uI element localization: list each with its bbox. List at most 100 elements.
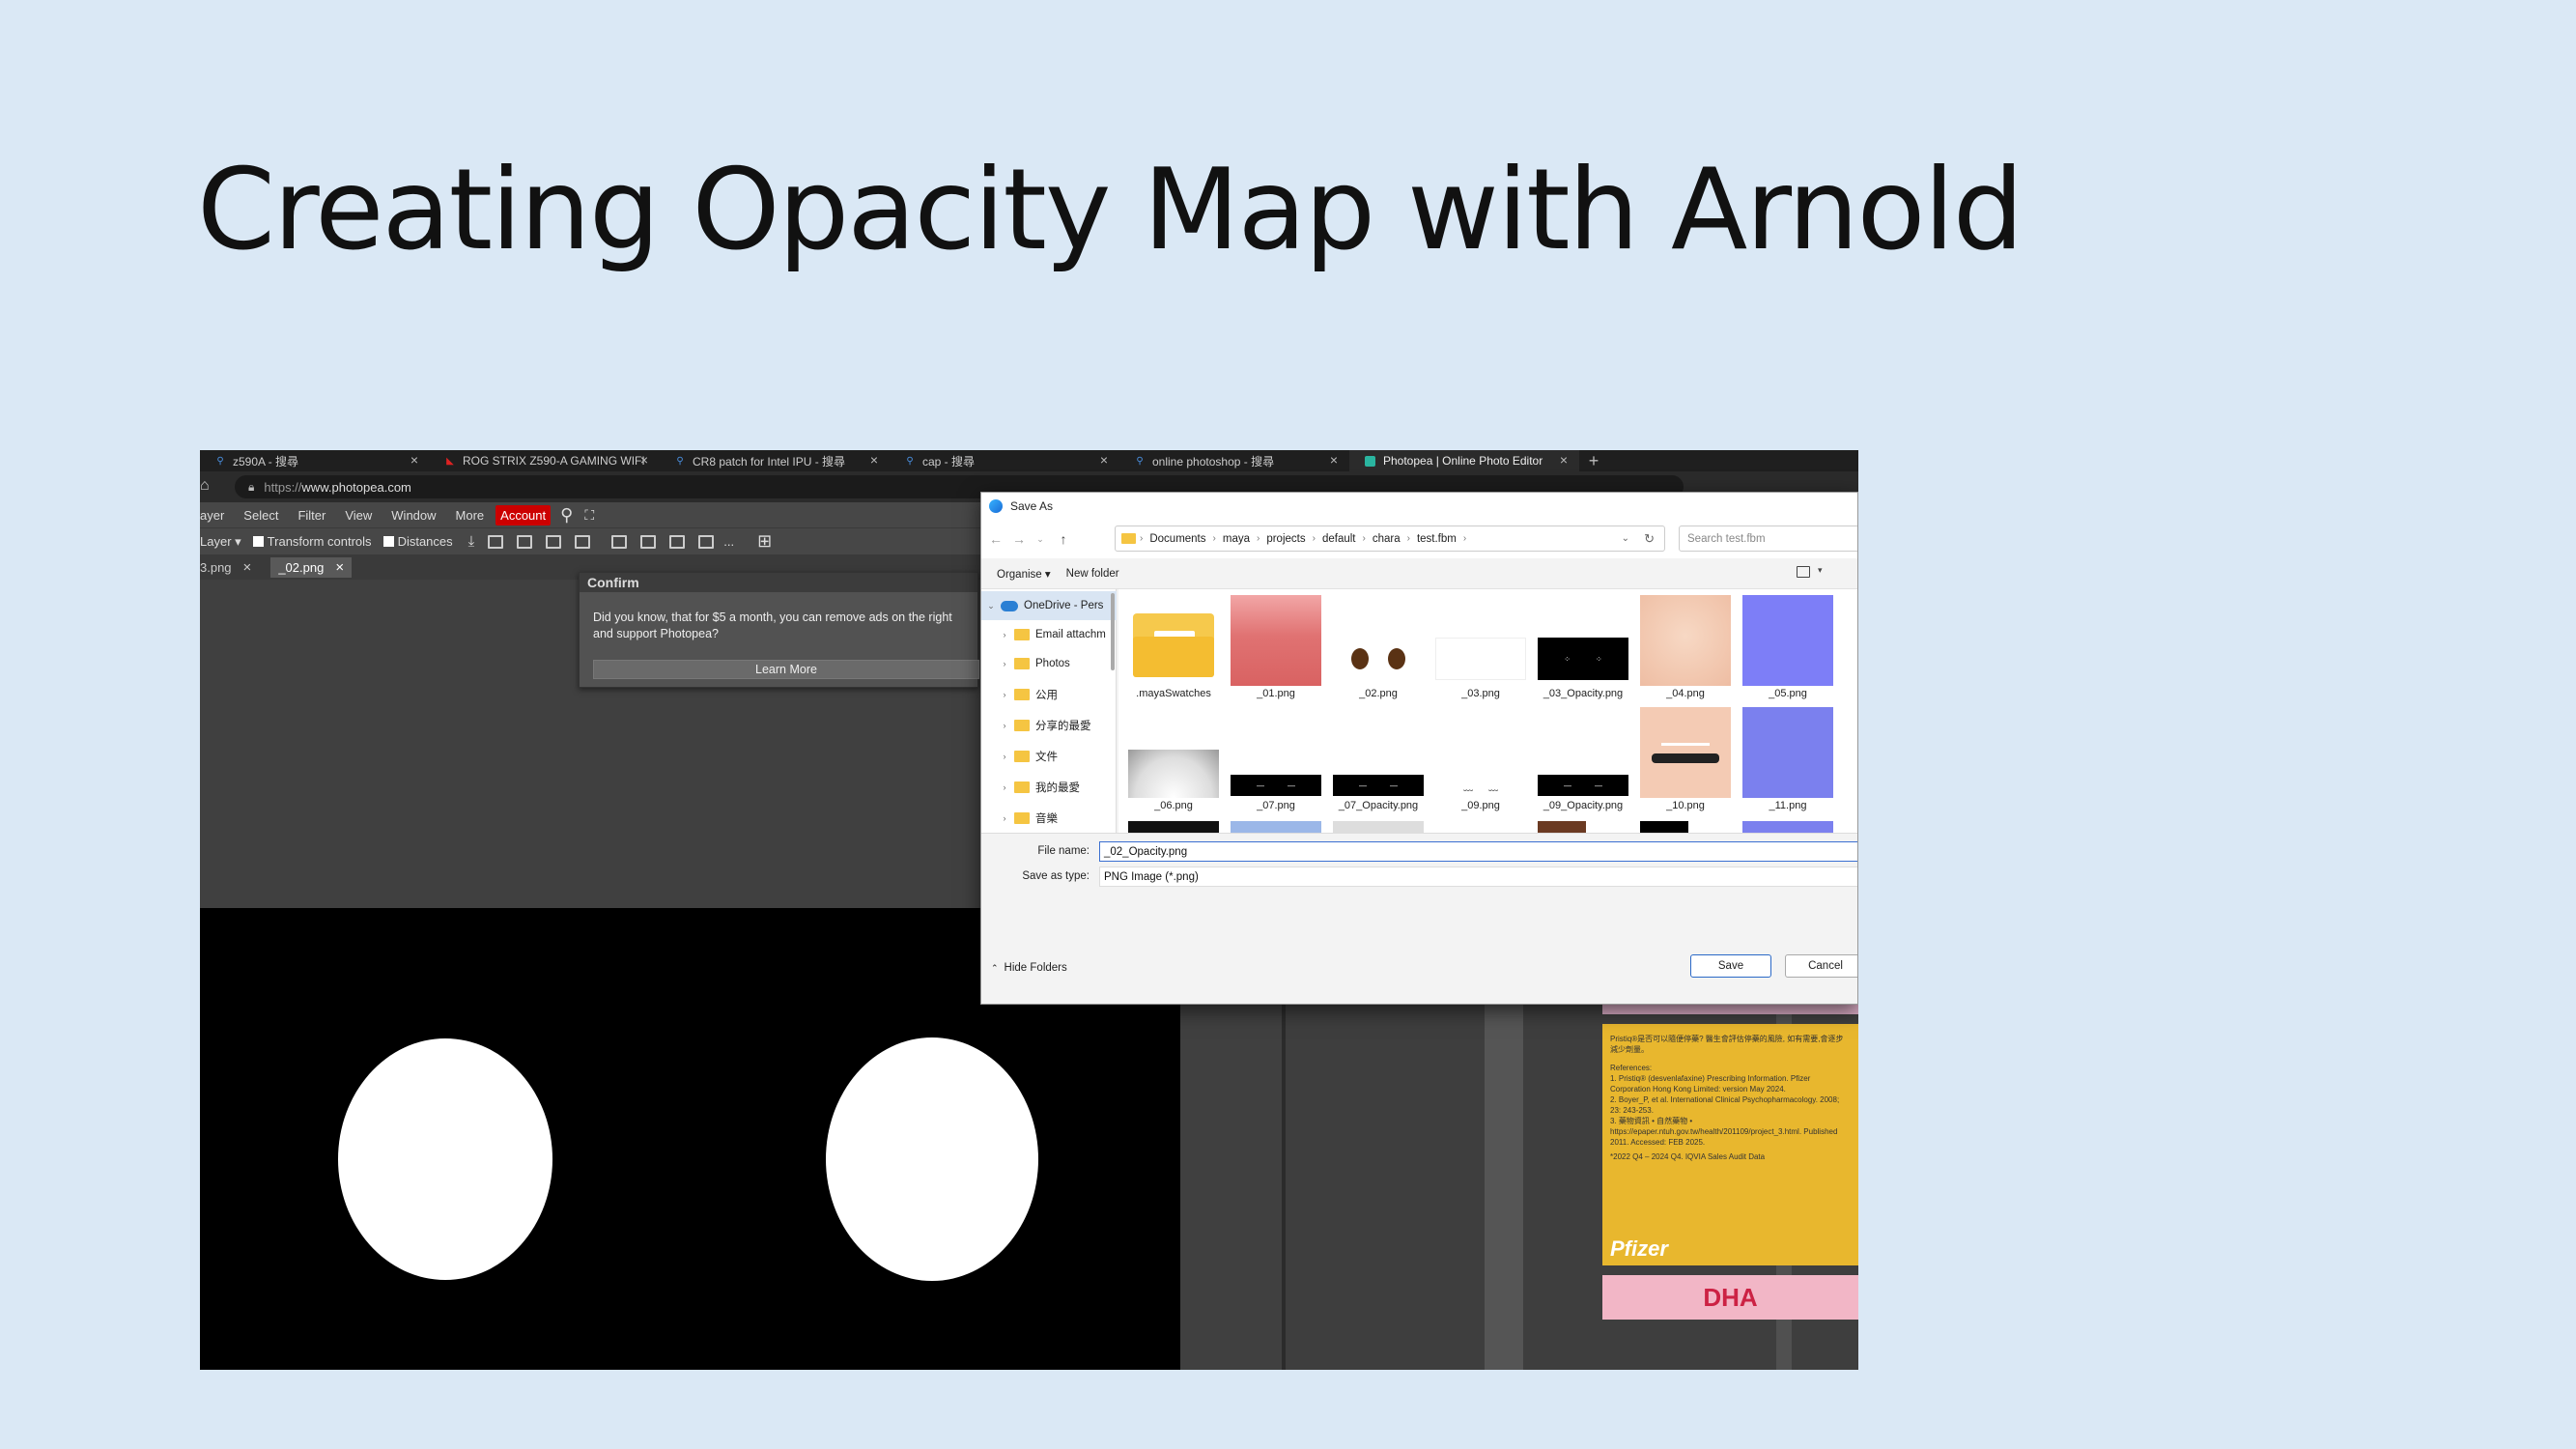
tree-item[interactable]: › 我的最愛	[995, 773, 1130, 802]
image-thumbnail: ﹏ ﹏	[1435, 775, 1526, 796]
up-icon[interactable]: ↑	[1049, 531, 1078, 547]
align-middle-icon[interactable]	[640, 534, 657, 549]
new-folder-button[interactable]: New folder	[1066, 568, 1119, 580]
save-button[interactable]: Save	[1690, 954, 1771, 978]
breadcrumb-item[interactable]: test.fbm	[1417, 533, 1457, 545]
chevron-down-icon[interactable]: ⌄	[1622, 533, 1629, 544]
browser-tab[interactable]: ⚲ z590A - 搜尋 ×	[200, 450, 430, 471]
file-item[interactable]: ― ― _09_Opacity.png	[1538, 707, 1628, 815]
download-icon[interactable]: ⤓	[468, 533, 475, 550]
menu-window[interactable]: Window	[382, 508, 445, 523]
fullscreen-icon[interactable]: ⛶	[584, 507, 594, 524]
browser-tab[interactable]: ⚲ online photoshop - 搜尋 ×	[1119, 450, 1349, 471]
align-bottom-icon[interactable]	[669, 534, 686, 549]
menu-more[interactable]: More	[446, 508, 495, 523]
tree-item[interactable]: › 音樂	[995, 804, 1130, 833]
file-item[interactable]: ﹏ ﹏ _09.png	[1435, 707, 1526, 815]
confirm-message: Did you know, that for $5 a month, you c…	[593, 611, 952, 640]
tree-item[interactable]: › Email attachm	[995, 620, 1130, 649]
layer-select[interactable]: Layer ▾	[200, 534, 241, 550]
browser-tab[interactable]: ⚲ cap - 搜尋 ×	[890, 450, 1119, 471]
close-icon[interactable]: ×	[335, 559, 344, 576]
file-item[interactable]: _11.png	[1742, 707, 1833, 815]
file-item[interactable]: ― ― _07_Opacity.png	[1333, 707, 1424, 815]
hide-folders-button[interactable]: ⌃ Hide Folders	[991, 962, 1067, 974]
chevron-down-icon[interactable]: ▾	[1818, 565, 1823, 576]
file-item[interactable]: _01.png	[1231, 595, 1321, 703]
distribute-vertical-icon[interactable]	[698, 534, 715, 549]
file-item[interactable]: _06.png	[1128, 707, 1219, 815]
slide-title: Creating Opacity Map with Arnold	[197, 145, 2024, 275]
search-icon[interactable]: ⚲	[560, 505, 573, 526]
organise-button[interactable]: Organise ▾	[997, 567, 1051, 581]
file-item[interactable]: ― ― _07.png	[1231, 707, 1321, 815]
menu-select[interactable]: Select	[234, 508, 288, 523]
file-item[interactable]: ⁘ ⁘ _03_Opacity.png	[1538, 595, 1628, 703]
save-fields: File name: _02_Opacity.png Save as type:…	[981, 833, 1857, 929]
home-icon[interactable]: ⌂	[200, 477, 210, 495]
doc-tab[interactable]: 3.png ×	[200, 557, 259, 578]
close-tab-icon[interactable]: ×	[870, 452, 878, 468]
breadcrumb-item[interactable]: maya	[1223, 533, 1250, 545]
save-as-dialog: Save As ← → ⌄ ↑ › Documents › maya › proje…	[980, 492, 1858, 1005]
new-tab-button[interactable]: +	[1579, 450, 1608, 471]
tree-scrollbar[interactable]	[1111, 593, 1115, 670]
close-tab-icon[interactable]: ×	[1560, 452, 1568, 468]
ad-banner[interactable]: DHA	[1602, 1275, 1858, 1320]
align-top-icon[interactable]	[611, 534, 628, 549]
file-item[interactable]: _04.png	[1640, 595, 1731, 703]
file-name-label: File name:	[1037, 845, 1090, 857]
file-item[interactable]: _03.png	[1435, 595, 1526, 703]
distances-checkbox[interactable]: Distances	[382, 534, 453, 549]
align-center-icon[interactable]	[517, 534, 533, 549]
file-item[interactable]: _05.png	[1742, 595, 1833, 703]
transform-controls-checkbox[interactable]: Transform controls	[252, 534, 372, 549]
browser-tab-bar: ⚲ z590A - 搜尋 × ◣ ROG STRIX Z590-A GAMING WI…	[200, 450, 1858, 471]
align-left-icon[interactable]	[488, 534, 504, 549]
tree-item[interactable]: › Photos	[995, 649, 1130, 678]
tree-item-onedrive[interactable]: ⌄ OneDrive - Pers	[981, 591, 1117, 620]
search-icon: ⚲	[1136, 455, 1144, 467]
file-name-input[interactable]: _02_Opacity.png	[1099, 841, 1857, 862]
close-tab-icon[interactable]: ×	[1100, 452, 1108, 468]
menu-layer[interactable]: ayer	[200, 508, 234, 523]
align-right-icon[interactable]	[546, 534, 562, 549]
file-grid: .mayaSwatches _01.png _02.png _03.png ⁘ ⁘…	[1118, 589, 1857, 833]
confirm-popup: Confirm Did you know, that for $5 a mont…	[579, 572, 979, 688]
breadcrumb[interactable]: › Documents › maya › projects › default › ch…	[1115, 526, 1665, 552]
grid-icon[interactable]: ⊞	[757, 531, 772, 552]
save-type-select[interactable]: PNG Image (*.png)	[1099, 867, 1857, 887]
file-item[interactable]: _10.png	[1640, 707, 1731, 815]
more-options[interactable]: ...	[723, 534, 734, 549]
file-item-partial	[1742, 821, 1833, 833]
browser-tab[interactable]: ◣ ROG STRIX Z590-A GAMING WIFI ×	[430, 450, 660, 471]
refresh-icon[interactable]: ↻	[1644, 531, 1655, 547]
breadcrumb-item[interactable]: default	[1322, 533, 1356, 545]
breadcrumb-item[interactable]: chara	[1373, 533, 1401, 545]
search-input[interactable]: Search test.fbm	[1679, 526, 1857, 552]
dialog-command-bar: Organise ▾ New folder ▾	[981, 558, 1857, 589]
close-icon[interactable]: ×	[243, 559, 252, 576]
distribute-icon[interactable]	[575, 534, 591, 549]
browser-tab-active[interactable]: Photopea | Online Photo Editor ×	[1349, 450, 1579, 471]
menu-view[interactable]: View	[335, 508, 382, 523]
file-item[interactable]: .mayaSwatches	[1128, 595, 1219, 703]
breadcrumb-item[interactable]: Documents	[1149, 533, 1205, 545]
advertisement[interactable]: Pristiq®是否可以隨便停藥? 醫生會評估停藥的風險, 如有需要,會逐步減少…	[1602, 1024, 1858, 1265]
learn-more-button[interactable]: Learn More	[593, 660, 979, 679]
tree-item[interactable]: › 分享的最愛	[995, 711, 1130, 740]
cancel-button[interactable]: Cancel	[1785, 954, 1857, 978]
menu-filter[interactable]: Filter	[288, 508, 335, 523]
doc-tab-active[interactable]: _02.png ×	[270, 556, 353, 578]
screenshot: ⚲ z590A - 搜尋 × ◣ ROG STRIX Z590-A GAMING WI…	[200, 450, 1858, 1370]
breadcrumb-item[interactable]: projects	[1266, 533, 1305, 545]
close-tab-icon[interactable]: ×	[640, 452, 648, 468]
close-tab-icon[interactable]: ×	[1330, 452, 1338, 468]
tree-item[interactable]: › 公用	[995, 680, 1130, 709]
browser-tab[interactable]: ⚲ CR8 patch for Intel IPU - 搜尋 ×	[660, 450, 890, 471]
account-button[interactable]: Account	[495, 504, 552, 526]
file-item[interactable]: _02.png	[1333, 595, 1424, 703]
tree-item[interactable]: › 文件	[995, 742, 1130, 771]
view-options-icon[interactable]	[1797, 566, 1810, 578]
close-tab-icon[interactable]: ×	[410, 452, 418, 468]
